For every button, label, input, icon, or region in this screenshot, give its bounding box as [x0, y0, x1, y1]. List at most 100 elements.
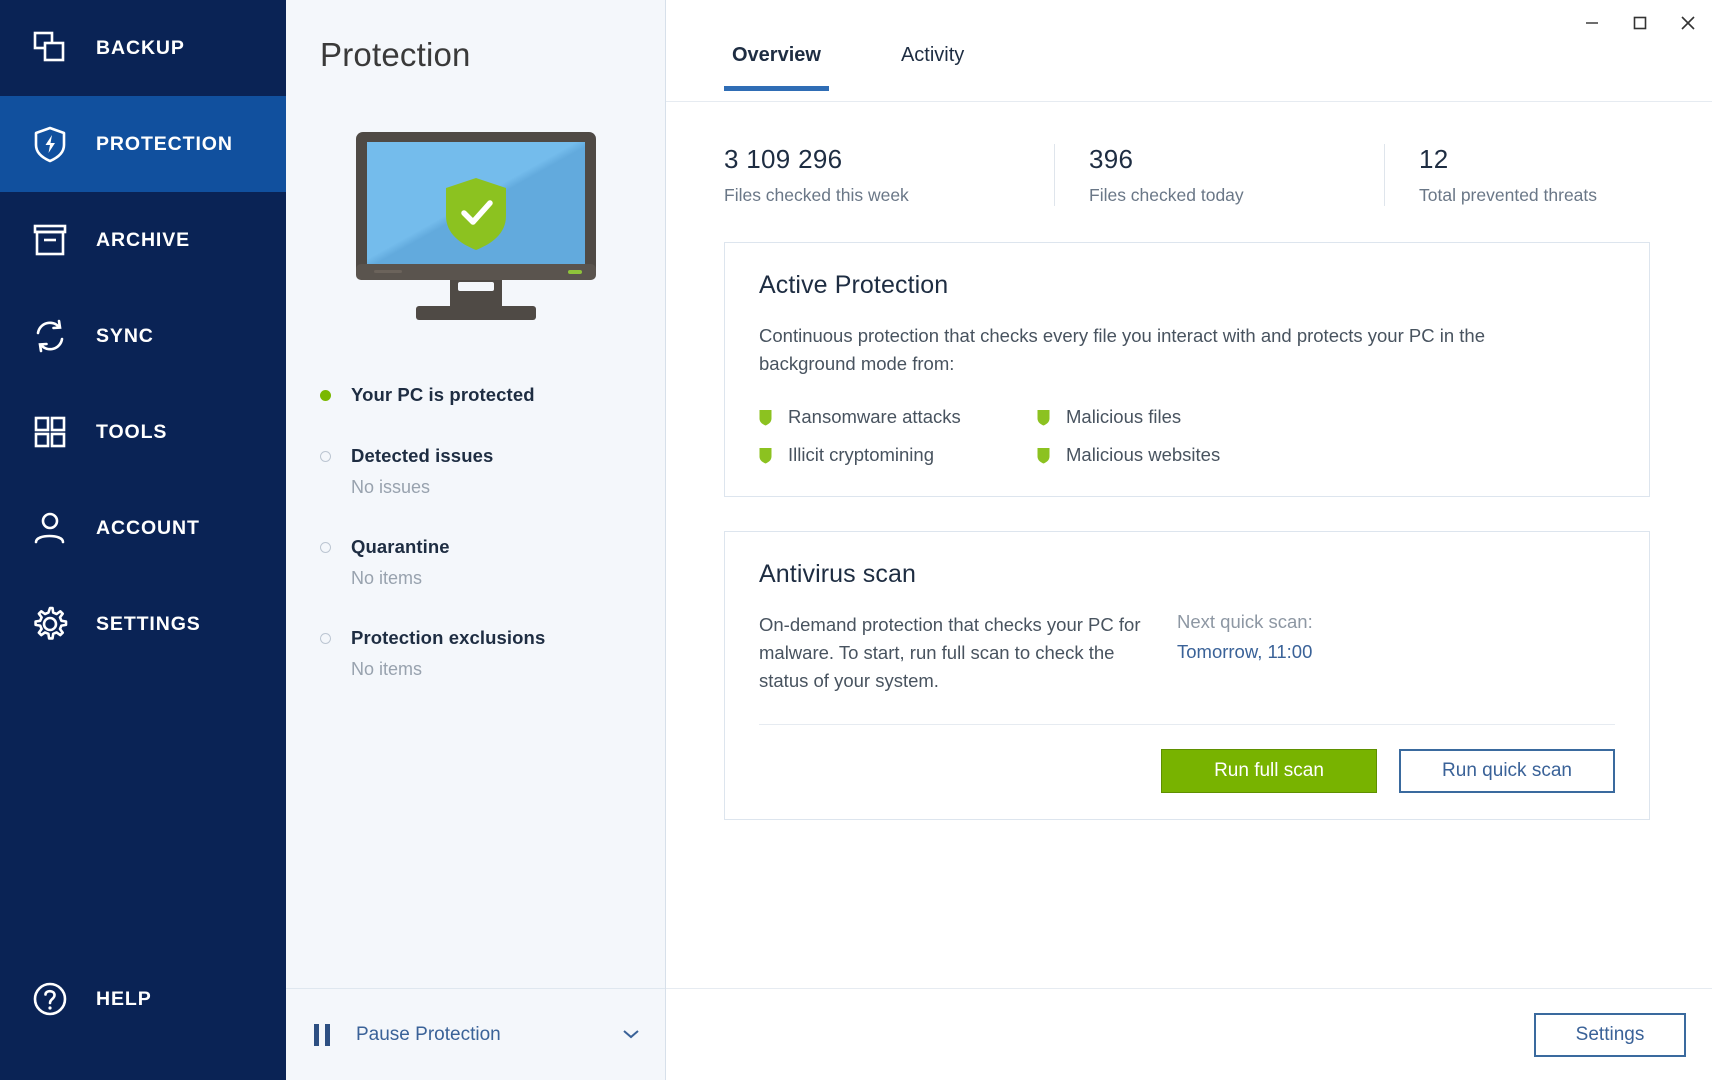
stat-label: Total prevented threats: [1419, 185, 1598, 205]
sidebar-item-archive[interactable]: ARCHIVE: [0, 192, 286, 288]
list-item: Malicious files: [1037, 406, 1615, 428]
status-dot-green: [320, 390, 331, 401]
stat-label: Files checked this week: [724, 185, 909, 205]
list-item-label: Malicious files: [1066, 406, 1182, 428]
stat-files-checked-today: 396 Files checked today: [1054, 144, 1384, 206]
sidebar-item-sync[interactable]: SYNC: [0, 288, 286, 384]
sidebar-item-tools[interactable]: TOOLS: [0, 384, 286, 480]
list-item: Illicit cryptomining: [759, 444, 1037, 466]
grid-squares-icon: [26, 408, 74, 456]
maximize-button[interactable]: [1616, 6, 1664, 40]
minimize-icon: [1586, 22, 1598, 24]
sidebar-item-label: SETTINGS: [96, 612, 201, 635]
monitor-illustration: [286, 130, 665, 330]
status-item-detected-issues[interactable]: Detected issues No issues: [320, 443, 665, 500]
sidebar-item-label: PROTECTION: [96, 132, 233, 155]
monitor-with-green-shield-check-icon: [355, 132, 596, 320]
minimize-button[interactable]: [1568, 6, 1616, 40]
stat-total-prevented-threats: 12 Total prevented threats: [1384, 144, 1633, 206]
sidebar-item-backup[interactable]: BACKUP: [0, 0, 286, 96]
copy-icon: [26, 24, 74, 72]
sidebar-item-label: TOOLS: [96, 420, 168, 443]
sync-refresh-icon: [26, 312, 74, 360]
main-sidebar: BACKUP PROTECTION ARCHIVE SYNC TOOLS ACC…: [0, 0, 286, 1080]
close-button[interactable]: [1664, 6, 1712, 40]
protection-feature-list: Ransomware attacks Malicious files Illic…: [759, 406, 1615, 466]
button-label: Run full scan: [1214, 759, 1324, 781]
close-icon: [1681, 16, 1695, 30]
status-item-protected: Your PC is protected: [320, 382, 665, 409]
protection-panel: Protection Your PC is protected Detected…: [286, 0, 666, 1080]
sidebar-item-settings[interactable]: SETTINGS: [0, 576, 286, 672]
shield-bullet-icon: [759, 409, 772, 426]
button-label: Run quick scan: [1442, 759, 1572, 781]
protection-status-list: Your PC is protected Detected issues No …: [286, 382, 665, 690]
window-titlebar: [666, 0, 1712, 44]
list-item-label: Malicious websites: [1066, 444, 1221, 466]
sidebar-item-label: ARCHIVE: [96, 228, 191, 251]
active-protection-card: Active Protection Continuous protection …: [724, 242, 1650, 498]
gear-icon: [26, 600, 74, 648]
card-description: On-demand protection that checks your PC…: [759, 614, 1141, 692]
tab-label: Overview: [732, 44, 821, 66]
next-scan-label: Next quick scan:: [1177, 611, 1313, 633]
tab-activity[interactable]: Activity: [893, 44, 972, 89]
content-tabs: Overview Activity: [666, 44, 1712, 102]
list-item: Ransomware attacks: [759, 406, 1037, 428]
button-label: Settings: [1575, 1023, 1645, 1045]
card-description: Continuous protection that checks every …: [759, 325, 1485, 375]
footer-bar: Settings: [666, 988, 1712, 1080]
sidebar-item-label: HELP: [96, 987, 152, 1010]
card-title: Active Protection: [759, 271, 949, 299]
tab-label: Activity: [900, 44, 965, 66]
pause-protection-label: Pause Protection: [356, 1023, 501, 1045]
list-item-label: Ransomware attacks: [788, 406, 961, 428]
main-content: Overview Activity 3 109 296 Files checke…: [666, 0, 1712, 1080]
status-dot-hollow: [320, 632, 331, 644]
list-item: Malicious websites: [1037, 444, 1615, 466]
shield-bullet-icon: [1037, 409, 1050, 426]
sidebar-item-help[interactable]: HELP: [0, 964, 286, 1034]
person-icon: [26, 504, 74, 552]
maximize-icon: [1633, 16, 1647, 30]
sidebar-item-protection[interactable]: PROTECTION: [0, 96, 286, 192]
stat-value: 12: [1419, 144, 1449, 174]
status-sublabel: No issues: [351, 476, 431, 497]
pause-icon: [314, 1023, 330, 1046]
stat-label: Files checked today: [1089, 185, 1244, 205]
sidebar-item-label: SYNC: [96, 324, 154, 347]
archive-box-icon: [26, 216, 74, 264]
antivirus-scan-card: Antivirus scan On-demand protection that…: [724, 531, 1650, 820]
sidebar-item-label: ACCOUNT: [96, 516, 200, 539]
status-sublabel: No items: [351, 567, 423, 588]
next-scan-value[interactable]: Tomorrow, 11:00: [1177, 641, 1313, 663]
application-window: BACKUP PROTECTION ARCHIVE SYNC TOOLS ACC…: [0, 0, 1712, 1080]
status-label: Your PC is protected: [351, 384, 535, 405]
question-circle-icon: [26, 975, 74, 1023]
shield-bullet-icon: [759, 447, 772, 464]
settings-button[interactable]: Settings: [1534, 1012, 1686, 1057]
page-title: Protection: [320, 36, 471, 73]
list-item-label: Illicit cryptomining: [788, 444, 934, 466]
tab-overview[interactable]: Overview: [724, 44, 829, 91]
status-label: Protection exclusions: [351, 626, 546, 648]
status-sublabel: No items: [351, 658, 423, 679]
stat-value: 3 109 296: [724, 144, 843, 174]
stat-value: 396: [1089, 144, 1134, 174]
chevron-down-icon[interactable]: [621, 1026, 641, 1043]
pause-protection-control[interactable]: Pause Protection: [286, 988, 665, 1080]
run-full-scan-button[interactable]: Run full scan: [1161, 748, 1377, 793]
run-quick-scan-button[interactable]: Run quick scan: [1399, 748, 1615, 793]
sidebar-item-account[interactable]: ACCOUNT: [0, 480, 286, 576]
card-title: Antivirus scan: [759, 560, 917, 589]
stat-files-checked-week: 3 109 296 Files checked this week: [724, 144, 1054, 206]
status-dot-hollow: [320, 450, 331, 462]
statistics-row: 3 109 296 Files checked this week 396 Fi…: [666, 102, 1712, 206]
status-label: Quarantine: [351, 535, 450, 557]
status-dot-hollow: [320, 541, 331, 553]
status-item-protection-exclusions[interactable]: Protection exclusions No items: [320, 625, 665, 682]
sidebar-item-label: BACKUP: [96, 36, 185, 59]
status-item-quarantine[interactable]: Quarantine No items: [320, 534, 665, 591]
status-label: Detected issues: [351, 444, 494, 466]
shield-bullet-icon: [1037, 447, 1050, 464]
